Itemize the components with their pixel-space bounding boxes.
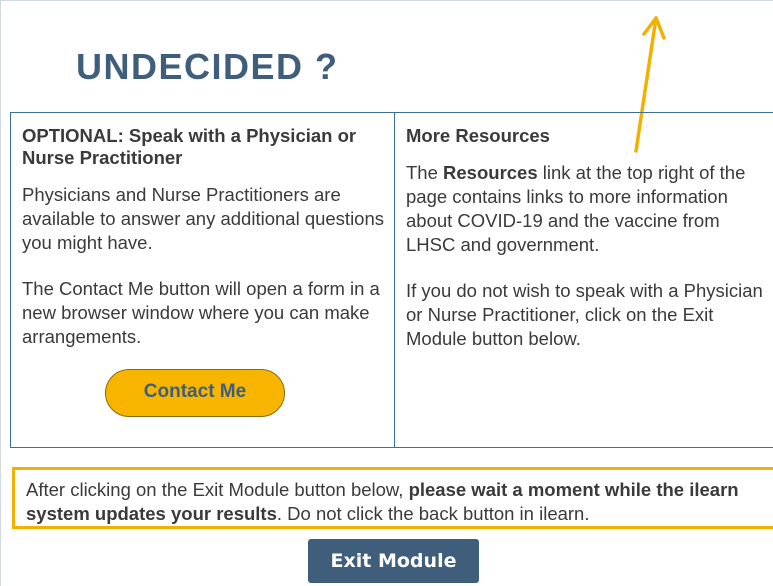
column-divider xyxy=(394,113,395,447)
info-panel: OPTIONAL: Speak with a Physician or Nurs… xyxy=(10,112,773,448)
physician-column: OPTIONAL: Speak with a Physician or Nurs… xyxy=(22,125,384,371)
contact-me-button[interactable]: Contact Me xyxy=(105,369,285,417)
resources-section-title: More Resources xyxy=(406,125,550,146)
notice-prefix: After clicking on the Exit Module button… xyxy=(26,479,409,500)
resources-text-bold: Resources xyxy=(443,162,538,183)
page-title: UNDECIDED ? xyxy=(76,46,339,87)
notice-suffix: . Do not click the back button in ilearn… xyxy=(276,503,590,524)
resources-column: More Resources The Resources link at the… xyxy=(406,125,771,373)
physician-availability-text: Physicians and Nurse Practitioners are a… xyxy=(22,184,385,253)
exit-instructions-text: If you do not wish to speak with a Physi… xyxy=(406,280,763,349)
exit-module-button[interactable]: Exit Module xyxy=(308,539,479,583)
resources-link-text: The Resources link at the top right of t… xyxy=(406,161,771,257)
contact-instructions-text: The Contact Me button will open a form i… xyxy=(22,278,380,347)
resources-text-prefix: The xyxy=(406,162,444,183)
wait-notice: After clicking on the Exit Module button… xyxy=(12,467,773,529)
physician-section-title: OPTIONAL: Speak with a Physician or Nurs… xyxy=(22,125,357,168)
